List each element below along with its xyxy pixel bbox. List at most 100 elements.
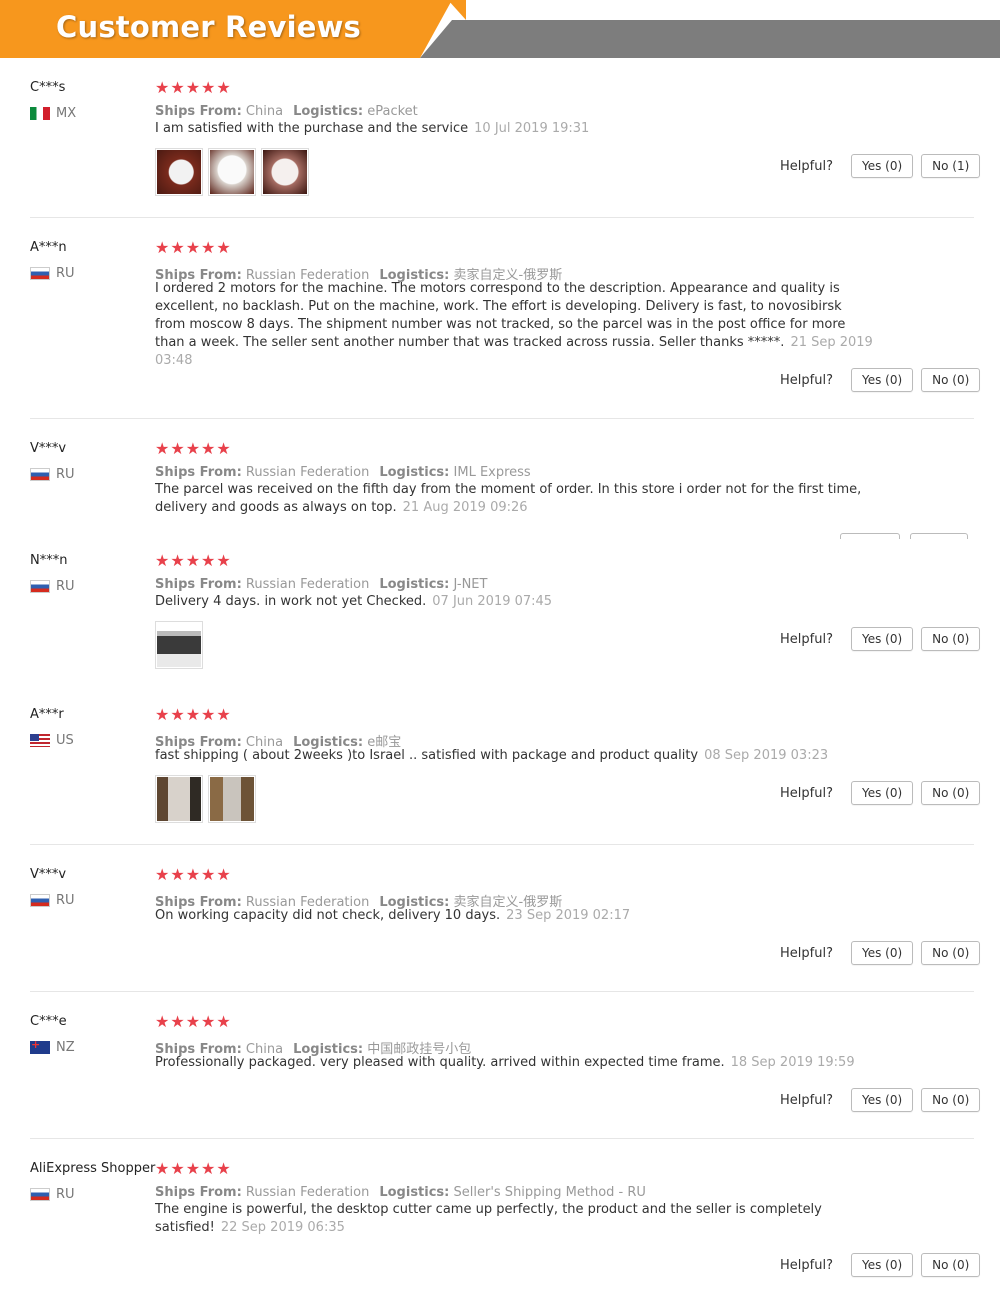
ships-from-label: Ships From: [155, 577, 242, 592]
review-text: I am satisfied with the purchase and the… [155, 120, 875, 138]
review-divider [30, 991, 974, 992]
helpful-yes-button-cut[interactable] [840, 533, 900, 539]
country-code: MX [56, 106, 77, 121]
star-rating: ★★★★★ [155, 439, 232, 458]
review-text: The parcel was received on the fifth day… [155, 481, 875, 517]
shipping-meta: Ships From: Russian Federation Logistics:… [155, 465, 531, 480]
helpful-vote: Helpful? Yes (0) No (0) [780, 1253, 981, 1277]
star-rating: ★★★★★ [155, 705, 232, 724]
russia-flag-icon [30, 580, 50, 593]
reviewer-name: C***e [30, 1014, 67, 1029]
helpful-label: Helpful? [780, 372, 833, 388]
logistics-value: ePacket [367, 104, 418, 119]
shipping-meta: Ships From: Russian Federation Logistics:… [155, 1185, 646, 1200]
helpful-yes-button[interactable]: Yes (0) [850, 941, 914, 965]
review-text: fast shipping ( about 2weeks )to Israel … [155, 747, 875, 765]
review-photo[interactable] [155, 621, 203, 669]
helpful-label: Helpful? [780, 158, 833, 174]
review-text: Delivery 4 days. in work not yet Checked… [155, 593, 875, 611]
country-code: US [56, 733, 74, 748]
country-code: RU [56, 467, 75, 482]
helpful-no-button[interactable]: No (0) [921, 627, 981, 651]
review-photo[interactable] [155, 148, 203, 196]
review-date: 22 Sep 2019 06:35 [220, 1220, 345, 1235]
review-item: AliExpress Shopper RU ★★★★★ Ships From: … [0, 1149, 1000, 1299]
review-date: 21 Aug 2019 09:26 [402, 500, 528, 515]
reviewer-country: MX [30, 106, 76, 121]
helpful-no-button-cut[interactable] [910, 533, 968, 539]
star-rating: ★★★★★ [155, 865, 232, 884]
review-item: C***e NZ ★★★★★ Ships From: ChinaLogistic… [0, 1002, 1000, 1139]
helpful-yes-button[interactable]: Yes (0) [850, 368, 914, 392]
review-date: 23 Sep 2019 02:17 [506, 908, 631, 923]
helpful-yes-button[interactable]: Yes (0) [850, 154, 914, 178]
helpful-label: Helpful? [780, 1092, 833, 1108]
new-zealand-flag-icon [30, 1041, 50, 1054]
helpful-no-button[interactable]: No (1) [921, 154, 981, 178]
star-rating: ★★★★★ [155, 78, 232, 97]
ships-from-label: Ships From: [155, 104, 242, 119]
helpful-no-button[interactable]: No (0) [921, 1253, 981, 1277]
reviewer-name: V***v [30, 867, 67, 882]
helpful-no-button[interactable]: No (0) [921, 781, 981, 805]
ships-from-label: Ships From: [155, 1185, 242, 1200]
review-text: The engine is powerful, the desktop cutt… [155, 1201, 875, 1237]
helpful-yes-button[interactable]: Yes (0) [850, 627, 914, 651]
review-photo[interactable] [155, 775, 203, 823]
reviewer-country: NZ [30, 1040, 75, 1055]
header-corner [448, 0, 466, 20]
review-date: 07 Jun 2019 07:45 [432, 594, 553, 609]
ships-from-value: Russian Federation [245, 577, 370, 592]
mexico-flag-icon [30, 107, 50, 120]
russia-flag-icon [30, 468, 50, 481]
star-rating: ★★★★★ [155, 1012, 232, 1031]
logistics-value: IML Express [453, 465, 531, 480]
review-text: On working capacity did not check, deliv… [155, 907, 875, 925]
review-date: 10 Jul 2019 19:31 [474, 121, 590, 136]
review-body: I am satisfied with the purchase and the… [155, 121, 469, 136]
review-date: 08 Sep 2019 03:23 [704, 748, 829, 763]
helpful-vote: Helpful? Yes (0) No (0) [780, 941, 981, 965]
reviewer-country: RU [30, 579, 75, 594]
ships-from-value: China [245, 104, 284, 119]
review-text: I ordered 2 motors for the machine. The … [155, 280, 875, 370]
helpful-no-button[interactable]: No (0) [921, 1088, 981, 1112]
review-date: 18 Sep 2019 19:59 [730, 1055, 855, 1070]
reviewer-country: RU [30, 893, 75, 908]
star-rating: ★★★★★ [155, 551, 232, 570]
usa-flag-icon [30, 734, 50, 747]
ships-from-value: Russian Federation [245, 465, 370, 480]
review-photo[interactable] [261, 148, 309, 196]
reviewer-country: RU [30, 1187, 75, 1202]
helpful-no-button[interactable]: No (0) [921, 368, 981, 392]
star-rating: ★★★★★ [155, 1159, 232, 1178]
reviews-header: Customer Reviews [0, 0, 1000, 58]
review-photo[interactable] [208, 148, 256, 196]
review-photo[interactable] [208, 775, 256, 823]
ships-from-label: Ships From: [155, 465, 242, 480]
page-title: Customer Reviews [56, 10, 362, 44]
review-body: fast shipping ( about 2weeks )to Israel … [155, 748, 699, 763]
review-photos [155, 148, 309, 196]
review-item: N***n RU ★★★★★ Ships From: Russian Feder… [0, 541, 1000, 681]
helpful-label: Helpful? [780, 631, 833, 647]
review-item: V***v RU ★★★★★ Ships From: Russian Feder… [0, 855, 1000, 992]
logistics-label: Logistics: [293, 104, 364, 119]
ships-from-value: Russian Federation [245, 1185, 370, 1200]
helpful-label: Helpful? [780, 945, 833, 961]
reviewer-country: RU [30, 266, 75, 281]
helpful-no-button[interactable]: No (0) [921, 941, 981, 965]
helpful-yes-button[interactable]: Yes (0) [850, 1088, 914, 1112]
helpful-vote: Helpful? Yes (0) No (0) [780, 781, 981, 805]
helpful-yes-button[interactable]: Yes (0) [850, 1253, 914, 1277]
review-photos [155, 775, 256, 823]
review-item: A***n RU ★★★★★ Ships From: Russian Feder… [0, 228, 1000, 419]
logistics-value: J-NET [453, 577, 488, 592]
russia-flag-icon [30, 1188, 50, 1201]
review-item: A***r US ★★★★★ Ships From: China Logistic… [0, 695, 1000, 845]
star-rating: ★★★★★ [155, 238, 232, 257]
country-code: RU [56, 893, 75, 908]
reviewer-name: AliExpress Shopper [30, 1161, 156, 1176]
helpful-yes-button[interactable]: Yes (0) [850, 781, 914, 805]
reviewer-name: C***s [30, 80, 66, 95]
